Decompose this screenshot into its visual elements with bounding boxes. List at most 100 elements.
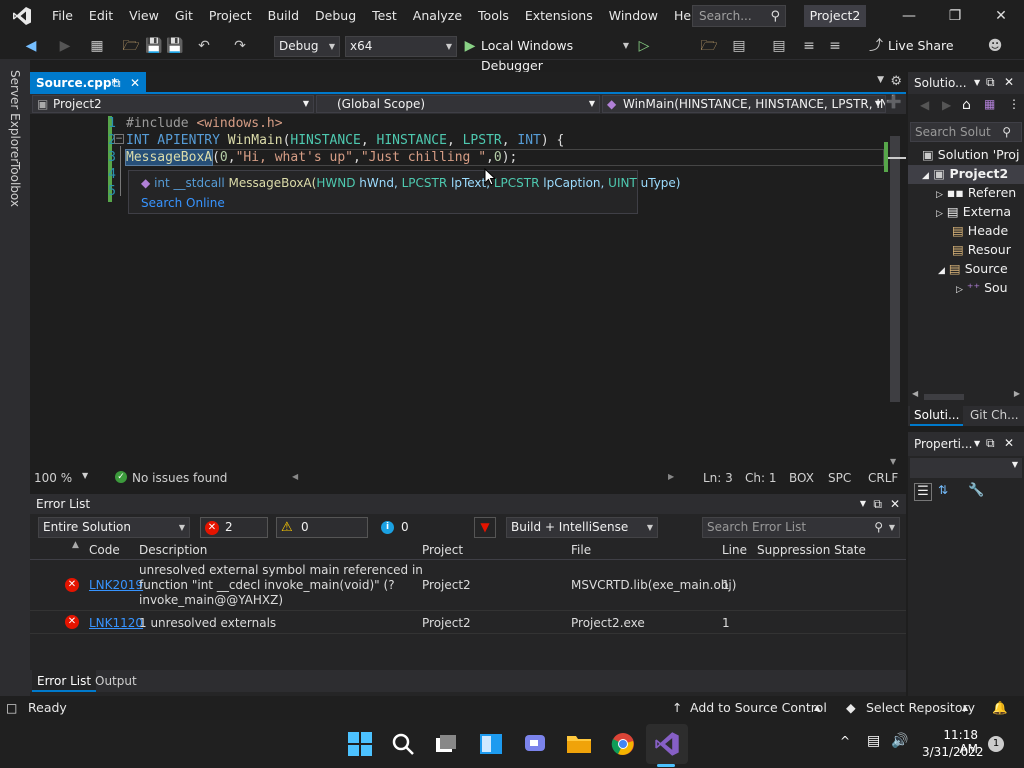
chevron-down-icon[interactable]: ▼ <box>974 439 980 448</box>
server-explorer-tab[interactable]: Server Explorer <box>8 70 22 163</box>
pin-icon[interactable]: ⧉ <box>986 75 995 90</box>
windows-start-icon[interactable] <box>346 730 374 758</box>
chevron-up-icon[interactable]: ▲ <box>962 696 968 720</box>
notification-badge[interactable]: 1 <box>988 736 1004 752</box>
menu-build[interactable]: Build <box>260 0 307 32</box>
menu-tools[interactable]: Tools <box>470 0 517 32</box>
pin-icon[interactable]: ⧉ <box>112 72 121 94</box>
pin-icon[interactable]: ⧉ <box>986 436 995 451</box>
menu-view[interactable]: View <box>121 0 167 32</box>
editor-vertical-scrollbar[interactable]: ▼ <box>884 128 906 466</box>
solution-name-badge[interactable]: Project2 <box>804 5 866 27</box>
search-online-link[interactable]: Search Online <box>141 196 225 210</box>
indent-icon[interactable]: ≡ <box>826 36 844 56</box>
file-explorer-icon[interactable] <box>565 730 593 758</box>
settings-icon[interactable]: ⚙ <box>890 74 902 89</box>
search-input[interactable]: Search... ⚲ <box>692 5 786 27</box>
menu-extensions[interactable]: Extensions <box>517 0 601 32</box>
error-code-link[interactable]: LNK2019 <box>89 578 143 592</box>
tab-error-list[interactable]: Error List <box>32 670 97 692</box>
scroll-down-icon[interactable]: ▼ <box>890 457 896 466</box>
toolbox-tab[interactable]: Toolbox <box>8 162 22 207</box>
scrollbar-thumb[interactable] <box>890 136 900 402</box>
menu-analyze[interactable]: Analyze <box>405 0 470 32</box>
save-icon[interactable]: 💾 <box>145 36 162 56</box>
restore-icon[interactable]: ❐ <box>932 0 978 32</box>
selection-mode[interactable]: BOX <box>789 471 814 485</box>
forward-icon[interactable]: ▶ <box>56 36 74 56</box>
configuration-select[interactable]: Debug ▼ <box>274 36 340 57</box>
live-share-button[interactable]: Live Share <box>888 36 968 56</box>
menu-debug[interactable]: Debug <box>307 0 364 32</box>
chevron-down-icon[interactable]: ▼ <box>974 78 980 87</box>
scope-nav-select[interactable]: (Global Scope) ▼ <box>316 95 600 113</box>
error-row[interactable]: ✕ LNK1120 1 unresolved externals Project… <box>30 612 906 634</box>
issues-status[interactable]: No issues found <box>132 471 227 485</box>
tab-overflow-icon[interactable]: ▼ <box>877 75 884 85</box>
code-editor[interactable]: 1 2 3 4 5 − #include <windows.h> INT API… <box>30 114 906 470</box>
messages-filter-button[interactable]: i 0 Messages <box>376 517 466 553</box>
column-header-code[interactable]: Code <box>89 540 120 560</box>
feedback-icon[interactable]: ☻ <box>986 36 1004 56</box>
select-repository-button[interactable]: Select Repository <box>866 696 975 720</box>
breakpoint-layout-icon[interactable]: ▤ <box>770 36 788 56</box>
solution-search-input[interactable]: Search Solut ⚲ <box>910 122 1022 142</box>
back-icon[interactable]: ◀ <box>22 36 40 56</box>
visual-studio-logo-icon[interactable] <box>0 0 44 32</box>
alphabetical-icon[interactable]: ⇅ <box>938 483 948 497</box>
build-filter-select[interactable]: Build + IntelliSense ▼ <box>506 517 658 538</box>
close-icon[interactable]: ✕ <box>890 494 900 514</box>
visual-studio-taskbar-icon[interactable] <box>653 730 681 758</box>
undo-icon[interactable]: ↶ <box>196 36 212 56</box>
comment-icon[interactable]: ≡ <box>800 36 818 56</box>
function-nav-select[interactable]: ◆ WinMain(HINSTANCE, HINSTANCE, LPSTR, I… <box>602 95 886 113</box>
zoom-level[interactable]: 100 % <box>34 471 72 485</box>
chevron-up-icon[interactable]: ▲ <box>814 696 820 720</box>
line-ending[interactable]: CRLF <box>868 471 898 485</box>
close-icon[interactable]: ✕ <box>1004 75 1014 89</box>
project-nav-select[interactable]: ▣ Project2 ▼ <box>32 95 314 113</box>
sort-icon[interactable]: ▲ <box>72 535 79 555</box>
tree-item-external[interactable]: ▷ ▤ Externa <box>936 204 1011 219</box>
start-debug-button[interactable]: Local Windows Debugger <box>481 36 621 73</box>
column-indicator[interactable]: Ch: 1 <box>745 471 776 485</box>
teams-chat-icon[interactable] <box>521 730 549 758</box>
property-pages-icon[interactable]: 🔧 <box>968 483 984 498</box>
scroll-right-icon[interactable]: ▶ <box>668 472 674 481</box>
whitespace-mode[interactable]: SPC <box>828 471 851 485</box>
tree-item-resource-files[interactable]: ▤ Resour <box>952 242 1011 257</box>
taskbar-search-icon[interactable] <box>389 730 417 758</box>
warnings-filter-button[interactable]: ⚠ 0 Warnings <box>276 517 368 553</box>
close-icon[interactable]: ✕ <box>1004 436 1014 450</box>
notification-bell-icon[interactable]: 🔔 <box>992 696 1008 720</box>
task-view-icon[interactable] <box>432 730 460 758</box>
error-row[interactable]: ✕ LNK2019 unresolved external symbol mai… <box>30 561 906 611</box>
errors-filter-button[interactable]: ✕ 2 Errors <box>200 517 268 553</box>
tree-item-solution[interactable]: ▣ Solution 'Proj <box>922 147 1019 162</box>
menu-project[interactable]: Project <box>201 0 260 32</box>
switch-view-icon[interactable]: ▦ <box>984 97 995 111</box>
tab-output[interactable]: Output <box>92 670 140 692</box>
clock-date[interactable]: 3/31/2022 <box>922 745 984 759</box>
error-search-input[interactable]: Search Error List ⚲ ▼ <box>702 517 900 538</box>
more-icon[interactable]: ⋮ <box>1008 97 1020 111</box>
widgets-icon[interactable] <box>477 730 505 758</box>
start-without-debug-icon[interactable]: ▷ <box>636 36 652 56</box>
platform-select[interactable]: x64 ▼ <box>345 36 457 57</box>
forward-icon[interactable]: ▶ <box>942 98 951 112</box>
properties-object-select[interactable]: ▼ <box>910 458 1022 478</box>
network-icon[interactable]: ▤ <box>867 733 880 749</box>
menu-test[interactable]: Test <box>364 0 405 32</box>
filter-icon[interactable]: ▼ <box>474 517 496 538</box>
add-source-control-button[interactable]: Add to Source Control <box>690 696 827 720</box>
tab-git-changes[interactable]: Git Ch... <box>968 406 1021 424</box>
start-debug-icon[interactable]: ▶ <box>462 36 478 56</box>
live-share-icon[interactable]: ⤴ <box>868 36 884 56</box>
open-folder-icon[interactable]: 🗁 <box>122 36 140 56</box>
tree-item-source-cpp[interactable]: ▷ ⁺⁺ Sou <box>956 280 1008 295</box>
tab-solution-explorer[interactable]: Soluti... <box>910 406 964 426</box>
column-header-description[interactable]: Description <box>139 540 207 560</box>
column-header-suppression[interactable]: Suppression State <box>757 540 866 560</box>
scroll-left-icon[interactable]: ◀ <box>292 472 298 481</box>
chevron-down-icon[interactable]: ▼ <box>82 471 88 480</box>
